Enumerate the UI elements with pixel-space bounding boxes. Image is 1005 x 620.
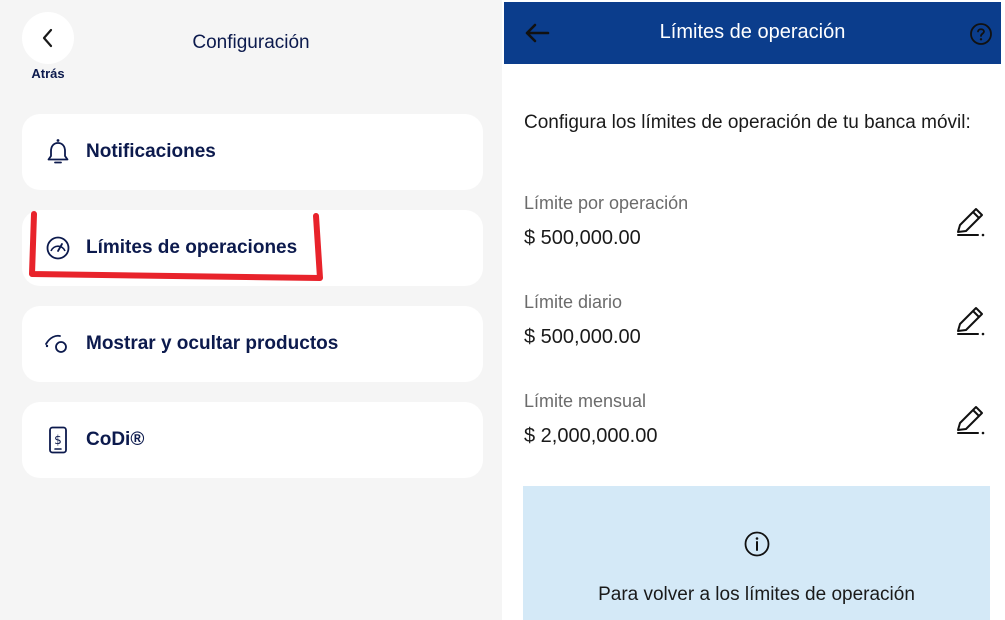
menu-item-show-hide-products[interactable]: Mostrar y ocultar productos <box>22 306 483 382</box>
info-text: Para volver a los límites de operación <box>598 584 915 605</box>
limit-label: Límite por operación <box>524 193 689 213</box>
menu-item-label: CoDi® <box>86 429 145 450</box>
limit-value: $ 2,000,000.00 <box>524 425 658 447</box>
app-header: Límites de operación <box>504 2 1001 64</box>
limit-value: $ 500,000.00 <box>524 227 641 249</box>
menu-item-codi[interactable]: $ CoDi® <box>22 402 483 478</box>
pencil-icon[interactable] <box>952 402 988 436</box>
header-title: Límites de operación <box>659 21 846 43</box>
settings-panel: Atrás Configuración Notificaciones Límit… <box>0 0 502 620</box>
menu-item-label: Notificaciones <box>86 141 216 162</box>
mobile-payment-icon: $ <box>44 426 72 454</box>
info-banner: Para volver a los límites de operación <box>523 486 990 620</box>
pencil-icon[interactable] <box>952 204 988 238</box>
pencil-icon[interactable] <box>952 303 988 337</box>
gauge-icon <box>44 234 72 262</box>
info-icon <box>744 531 770 557</box>
intro-text: Configura los límites de operación de tu… <box>524 112 971 133</box>
eye-toggle-icon <box>44 330 72 358</box>
limit-label: Límite diario <box>524 292 623 312</box>
menu-item-operation-limits[interactable]: Límites de operaciones <box>22 210 483 286</box>
limit-value: $ 500,000.00 <box>524 326 641 348</box>
menu-item-label: Límites de operaciones <box>86 237 298 258</box>
bell-icon <box>44 138 72 166</box>
back-label: Atrás <box>31 66 65 81</box>
limit-label: Límite mensual <box>524 391 647 411</box>
operation-limits-screen: Límites de operación Configura los límit… <box>504 0 1005 620</box>
help-icon[interactable] <box>969 22 993 46</box>
menu-item-notifications[interactable]: Notificaciones <box>22 114 483 190</box>
page-title: Configuración <box>192 32 310 53</box>
svg-text:$: $ <box>54 433 62 447</box>
menu-item-label: Mostrar y ocultar productos <box>86 333 339 354</box>
